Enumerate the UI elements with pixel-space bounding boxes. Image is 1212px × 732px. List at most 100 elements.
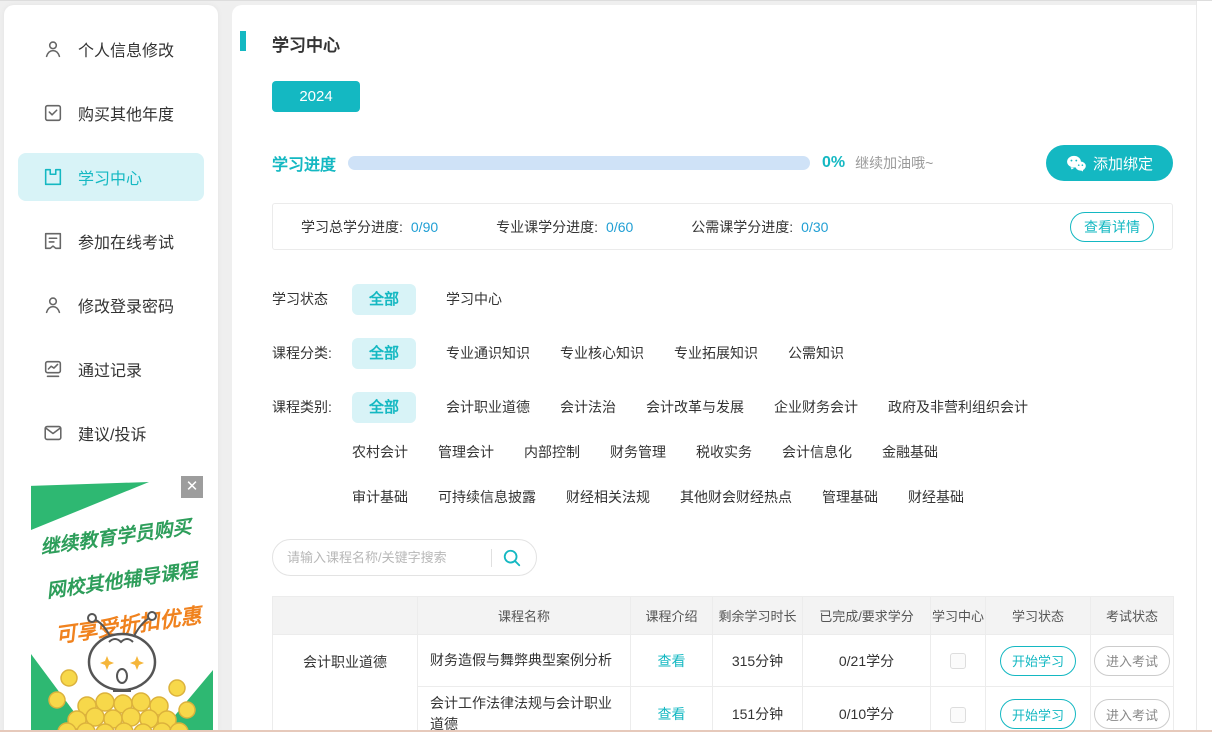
view-details-button[interactable]: 查看详情	[1070, 212, 1154, 242]
document-icon	[42, 230, 64, 252]
search-icon[interactable]	[502, 548, 522, 568]
add-binding-button[interactable]: 添加绑定	[1046, 145, 1173, 181]
credits: 0/10学分	[803, 687, 931, 732]
filter-option[interactable]: 学习中心	[446, 284, 502, 315]
course-search	[272, 539, 537, 576]
table-row: 会计职业道德 财务造假与舞弊典型案例分析 查看 315分钟 0/21学分 开始学…	[273, 635, 1174, 687]
public-credit-progress: 公需课学分进度: 0/30	[691, 217, 828, 237]
filter-option[interactable]: 会计法治	[560, 392, 616, 423]
filter-option[interactable]: 专业拓展知识	[674, 338, 758, 369]
select-course-checkbox[interactable]	[950, 653, 966, 669]
filter-option[interactable]: 企业财务会计	[774, 392, 858, 423]
sidebar-menu: 个人信息修改 购买其他年度 学习中心 参加在线考试 修改登录密码 通过记录 建议…	[4, 5, 218, 465]
filter-option[interactable]: 会计改革与发展	[646, 392, 744, 423]
sidebar-item-change-password[interactable]: 修改登录密码	[18, 281, 204, 329]
remaining-time: 151分钟	[713, 687, 803, 732]
sidebar: 个人信息修改 购买其他年度 学习中心 参加在线考试 修改登录密码 通过记录 建议…	[4, 5, 218, 732]
close-icon[interactable]: ✕	[181, 476, 203, 498]
filter-option[interactable]: 政府及非营利组织会计	[888, 392, 1028, 423]
bookmark-icon	[42, 166, 64, 188]
filter-option[interactable]: 专业通识知识	[446, 338, 530, 369]
sidebar-item-personal-info[interactable]: 个人信息修改	[18, 25, 204, 73]
filter-option[interactable]: 会计职业道德	[446, 392, 530, 423]
header-study-status: 学习状态	[986, 597, 1091, 635]
filter-option[interactable]: 财务管理	[610, 437, 666, 468]
course-group: 会计职业道德	[273, 635, 418, 732]
sidebar-item-buy-other-years[interactable]: 购买其他年度	[18, 89, 204, 137]
enter-exam-button[interactable]: 进入考试	[1094, 699, 1170, 729]
sidebar-item-study-center[interactable]: 学习中心	[18, 153, 204, 201]
filter-option[interactable]: 农村会计	[352, 437, 408, 468]
stat-value: 0/90	[411, 219, 438, 235]
header-course-name: 课程名称	[418, 597, 631, 635]
person-icon	[42, 38, 64, 60]
start-study-button[interactable]: 开始学习	[1000, 646, 1076, 676]
header-course-intro: 课程介绍	[631, 597, 713, 635]
course-name: 财务造假与舞弊典型案例分析	[418, 635, 631, 687]
sidebar-item-label: 学习中心	[78, 165, 142, 189]
progress-section: 学习进度 0% 继续加油哦~ 添加绑定	[272, 145, 1173, 181]
sidebar-item-feedback[interactable]: 建议/投诉	[18, 409, 204, 457]
header-exam-status: 考试状态	[1091, 597, 1174, 635]
add-binding-label: 添加绑定	[1093, 153, 1153, 174]
filter-option[interactable]: 金融基础	[882, 437, 938, 468]
start-study-button[interactable]: 开始学习	[1000, 699, 1076, 729]
select-course-checkbox[interactable]	[950, 707, 966, 723]
progress-note: 继续加油哦~	[855, 153, 933, 173]
search-divider	[491, 549, 492, 567]
stat-value: 0/60	[606, 219, 633, 235]
promo-banner: ✕ 继续教育学员购买 网校其他辅导课程 可享受折扣优惠	[31, 470, 213, 732]
search-input[interactable]	[287, 550, 481, 565]
filter-option[interactable]: 管理基础	[822, 482, 878, 513]
filter-label: 课程分类:	[272, 338, 352, 369]
filter-option[interactable]: 会计信息化	[782, 437, 852, 468]
sidebar-item-label: 通过记录	[78, 357, 142, 381]
filter-option[interactable]: 内部控制	[524, 437, 580, 468]
chart-icon	[42, 358, 64, 380]
filter-option[interactable]: 可持续信息披露	[438, 482, 536, 513]
filter-option[interactable]: 其他财会财经热点	[680, 482, 792, 513]
wechat-icon	[1066, 155, 1086, 172]
promo-line-2: 网校其他辅导课程	[31, 553, 213, 605]
filter-option[interactable]: 财经基础	[908, 482, 964, 513]
filter-option-all[interactable]: 全部	[352, 338, 416, 369]
check-square-icon	[42, 102, 64, 124]
stat-label: 学习总学分进度:	[301, 217, 403, 237]
remaining-time: 315分钟	[713, 635, 803, 687]
filter-course-classification: 课程分类: 全部 专业通识知识 专业核心知识 专业拓展知识 公需知识	[272, 338, 1173, 369]
page-title: 学习中心	[272, 31, 340, 56]
filter-label: 学习状态	[272, 284, 352, 315]
enter-exam-button[interactable]: 进入考试	[1094, 646, 1170, 676]
filter-option[interactable]: 公需知识	[788, 338, 844, 369]
course-name: 会计工作法律法规与会计职业道德	[418, 687, 631, 732]
filter-course-category: 课程类别: 全部 会计职业道德 会计法治 会计改革与发展 企业财务会计 政府及非…	[272, 392, 1173, 513]
stat-value: 0/30	[801, 219, 828, 235]
filter-option[interactable]: 财经相关法规	[566, 482, 650, 513]
course-table: 课程名称 课程介绍 剩余学习时长 已完成/要求学分 学习中心 学习状态 考试状态…	[272, 596, 1174, 732]
person-icon	[42, 294, 64, 316]
view-intro-link[interactable]: 查看	[658, 653, 686, 669]
filter-option[interactable]: 审计基础	[352, 482, 408, 513]
header-study-center: 学习中心	[931, 597, 986, 635]
sidebar-item-pass-records[interactable]: 通过记录	[18, 345, 204, 393]
year-tab-2024[interactable]: 2024	[272, 81, 360, 112]
view-intro-link[interactable]: 查看	[658, 706, 686, 722]
filter-option[interactable]: 专业核心知识	[560, 338, 644, 369]
filter-option[interactable]: 管理会计	[438, 437, 494, 468]
header-credits: 已完成/要求学分	[803, 597, 931, 635]
scrollbar-track[interactable]	[1196, 1, 1212, 732]
header-remaining-time: 剩余学习时长	[713, 597, 803, 635]
credit-progress-box: 学习总学分进度: 0/90 专业课学分进度: 0/60 公需课学分进度: 0/3…	[272, 203, 1173, 250]
sidebar-item-label: 购买其他年度	[78, 101, 174, 125]
main-content: 学习中心 2024 学习进度 0% 继续加油哦~ 添加绑定 学习总学分进度: 0…	[232, 5, 1196, 732]
progress-label: 学习进度	[272, 151, 336, 175]
title-accent-bar	[240, 31, 246, 51]
stat-label: 公需课学分进度:	[691, 217, 793, 237]
total-credit-progress: 学习总学分进度: 0/90	[301, 217, 438, 237]
stat-label: 专业课学分进度:	[496, 217, 598, 237]
filter-option[interactable]: 税收实务	[696, 437, 752, 468]
filter-option-all[interactable]: 全部	[352, 284, 416, 315]
filter-option-all[interactable]: 全部	[352, 392, 416, 423]
page-header: 学习中心	[272, 31, 1173, 56]
sidebar-item-online-exam[interactable]: 参加在线考试	[18, 217, 204, 265]
